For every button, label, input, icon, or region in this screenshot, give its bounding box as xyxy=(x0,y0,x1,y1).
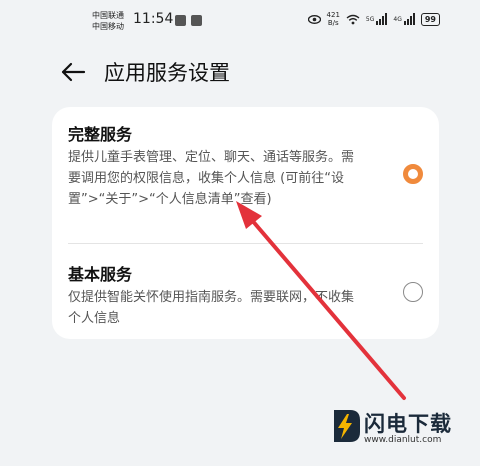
radio-unselected[interactable] xyxy=(403,282,423,302)
radio-selected[interactable] xyxy=(403,164,423,184)
battery-icon: 99 xyxy=(420,12,440,26)
page-title: 应用服务设置 xyxy=(104,61,230,85)
status-indicators: 421 B/s 5G 4G 99 xyxy=(307,11,440,27)
carrier-2: 中国移动 xyxy=(92,22,124,31)
notification-app-icon xyxy=(191,15,202,26)
network-speed-value: 421 xyxy=(326,11,340,19)
status-time: 11:54 xyxy=(133,11,174,27)
sim1-network-tag: 5G xyxy=(365,15,375,23)
sim2-network-tag: 4G xyxy=(393,15,402,23)
watermark-url: www.dianlut.com xyxy=(364,435,442,445)
watermark: 闪电下载 www.dianlut.com xyxy=(328,408,468,452)
watermark-name: 闪电下载 xyxy=(364,412,452,436)
notification-app-icon xyxy=(175,15,186,26)
option-description: 提供儿童手表管理、定位、聊天、通话等服务。需要调用您的权限信息，收集个人信息 (… xyxy=(68,150,355,207)
service-options-card: 完整服务 提供儿童手表管理、定位、聊天、通话等服务。需要调用您的权限信息，收集个… xyxy=(52,107,439,339)
carrier-1: 中国联通 xyxy=(92,11,124,20)
carrier-info: 中国联通 中国移动 xyxy=(92,10,124,32)
status-bar: 中国联通 中国移动 11:54 421 B/s 5G 4G 99 xyxy=(0,0,480,40)
option-title: 完整服务 xyxy=(68,125,133,144)
back-arrow-icon[interactable] xyxy=(60,61,86,83)
divider xyxy=(68,243,423,244)
wifi-icon xyxy=(346,14,360,24)
eye-comfort-icon xyxy=(307,14,321,24)
page-header: 应用服务设置 xyxy=(0,55,480,91)
lightning-logo-icon xyxy=(334,410,360,442)
network-speed-unit: B/s xyxy=(327,19,339,27)
option-description: 仅提供智能关怀使用指南服务。需要联网，不收集个人信息 xyxy=(68,290,355,326)
option-title: 基本服务 xyxy=(68,265,133,284)
network-speed: 421 B/s xyxy=(327,11,340,27)
signal-icon xyxy=(403,13,415,25)
signal-icon xyxy=(376,13,388,25)
